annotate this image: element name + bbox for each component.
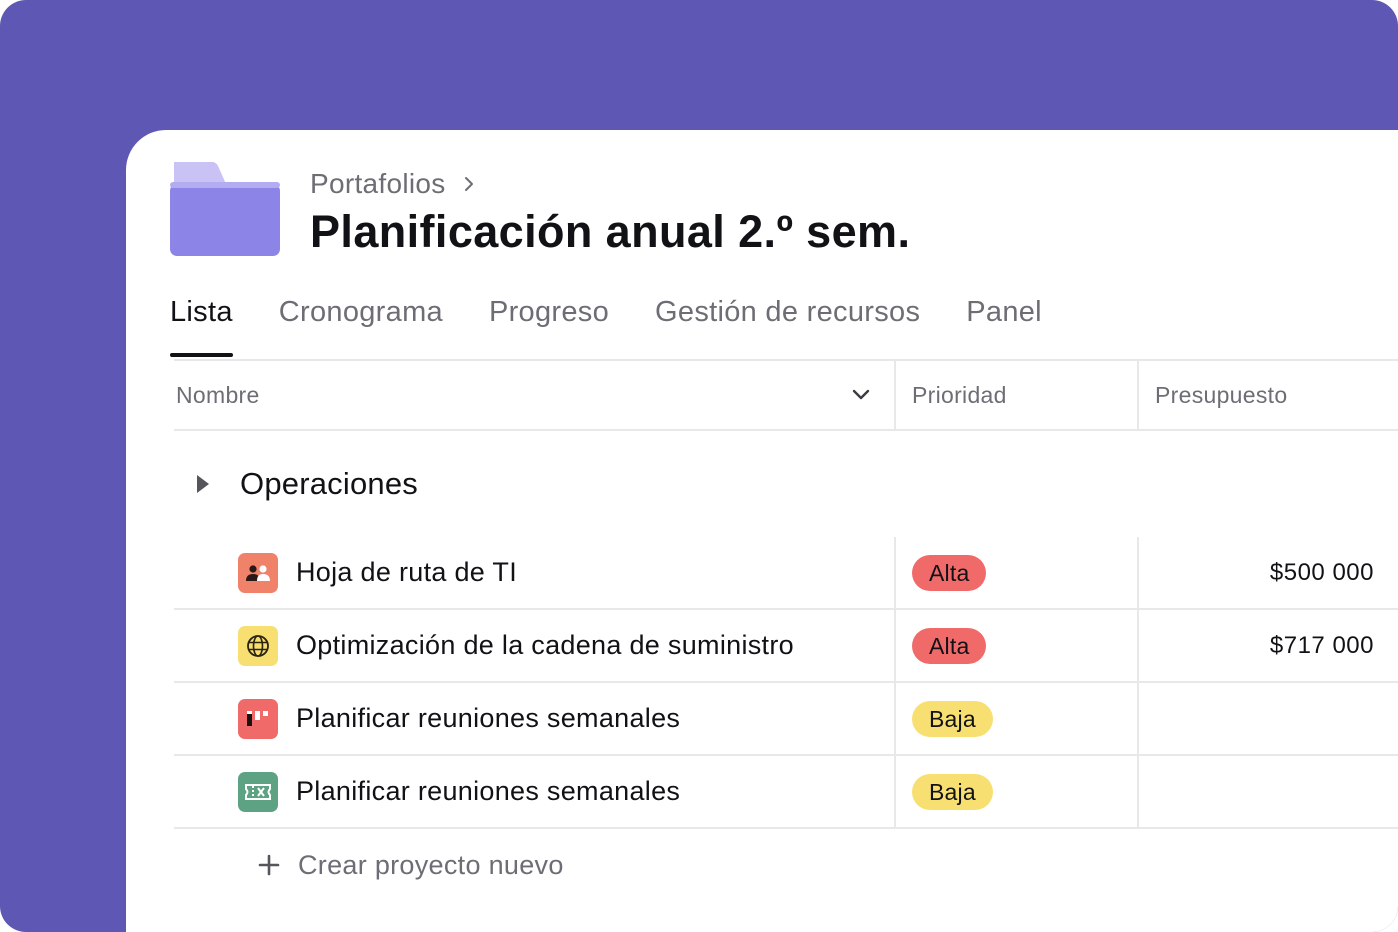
column-header-name[interactable]: Nombre xyxy=(174,361,894,429)
project-name[interactable]: Hoja de ruta de TI xyxy=(296,557,517,588)
project-name[interactable]: Optimización de la cadena de suministro xyxy=(296,630,794,661)
breadcrumb-portfolios-link[interactable]: Portafolios xyxy=(310,168,446,200)
row-priority-cell[interactable]: Alta xyxy=(894,610,1137,681)
row-name-cell[interactable]: Planificar reuniones semanales xyxy=(174,683,894,754)
breadcrumb[interactable]: Portafolios xyxy=(310,168,478,200)
row-name-cell[interactable]: Hoja de ruta de TI xyxy=(174,537,894,608)
section-title: Operaciones xyxy=(240,466,418,501)
priority-badge: Baja xyxy=(912,773,993,810)
portfolio-panel: Portafolios Planificación anual 2.º sem.… xyxy=(126,130,1398,932)
tab-progreso[interactable]: Progreso xyxy=(489,290,609,358)
plus-icon xyxy=(258,854,280,876)
column-header-budget[interactable]: Presupuesto xyxy=(1137,361,1398,429)
chevron-down-icon[interactable] xyxy=(852,388,870,402)
view-tabs: Lista Cronograma Progreso Gestión de rec… xyxy=(170,290,1088,358)
ticket-icon xyxy=(238,771,278,812)
row-priority-cell[interactable]: Alta xyxy=(894,537,1137,608)
projects-table: Nombre Prioridad Presupuesto Operaciones xyxy=(174,359,1398,901)
row-budget-cell[interactable]: $717 000 xyxy=(1137,610,1398,681)
column-header-priority[interactable]: Prioridad xyxy=(894,361,1137,429)
tab-cronograma[interactable]: Cronograma xyxy=(279,290,443,358)
row-budget-cell[interactable] xyxy=(1137,683,1398,754)
folder-icon xyxy=(170,162,280,256)
budget-value: $500 000 xyxy=(1269,558,1374,586)
row-name-cell[interactable]: Planificar reuniones semanales xyxy=(174,756,894,827)
globe-icon xyxy=(238,625,278,666)
table-row[interactable]: Optimización de la cadena de suministro … xyxy=(174,610,1398,683)
project-name[interactable]: Planificar reuniones semanales xyxy=(296,776,680,807)
budget-value: $717 000 xyxy=(1269,631,1374,659)
table-row[interactable]: Hoja de ruta de TI Alta $500 000 xyxy=(174,537,1398,610)
table-row[interactable]: Planificar reuniones semanales Baja xyxy=(174,756,1398,829)
table-header: Nombre Prioridad Presupuesto xyxy=(174,359,1398,431)
board-icon xyxy=(238,698,278,739)
priority-badge: Alta xyxy=(912,627,987,664)
row-name-cell[interactable]: Optimización de la cadena de suministro xyxy=(174,610,894,681)
row-budget-cell[interactable] xyxy=(1137,756,1398,827)
tab-panel[interactable]: Panel xyxy=(966,290,1042,358)
table-row[interactable]: Planificar reuniones semanales Baja xyxy=(174,683,1398,756)
chevron-right-icon xyxy=(464,177,473,191)
caret-right-icon[interactable] xyxy=(196,474,210,494)
row-priority-cell[interactable]: Baja xyxy=(894,683,1137,754)
row-budget-cell[interactable]: $500 000 xyxy=(1137,537,1398,608)
column-header-name-label: Nombre xyxy=(176,381,260,408)
priority-badge: Baja xyxy=(912,700,993,737)
tab-lista[interactable]: Lista xyxy=(170,290,233,358)
create-project-label: Crear proyecto nuevo xyxy=(298,849,564,880)
page-title: Planificación anual 2.º sem. xyxy=(310,206,911,257)
tab-gestion-de-recursos[interactable]: Gestión de recursos xyxy=(655,290,920,358)
section-header[interactable]: Operaciones xyxy=(174,431,1398,537)
row-priority-cell[interactable]: Baja xyxy=(894,756,1137,827)
people-icon xyxy=(238,552,278,593)
priority-badge: Alta xyxy=(912,554,987,591)
app-frame: Portafolios Planificación anual 2.º sem.… xyxy=(0,0,1398,932)
create-project-button[interactable]: Crear proyecto nuevo xyxy=(174,829,1398,901)
project-name[interactable]: Planificar reuniones semanales xyxy=(296,703,680,734)
